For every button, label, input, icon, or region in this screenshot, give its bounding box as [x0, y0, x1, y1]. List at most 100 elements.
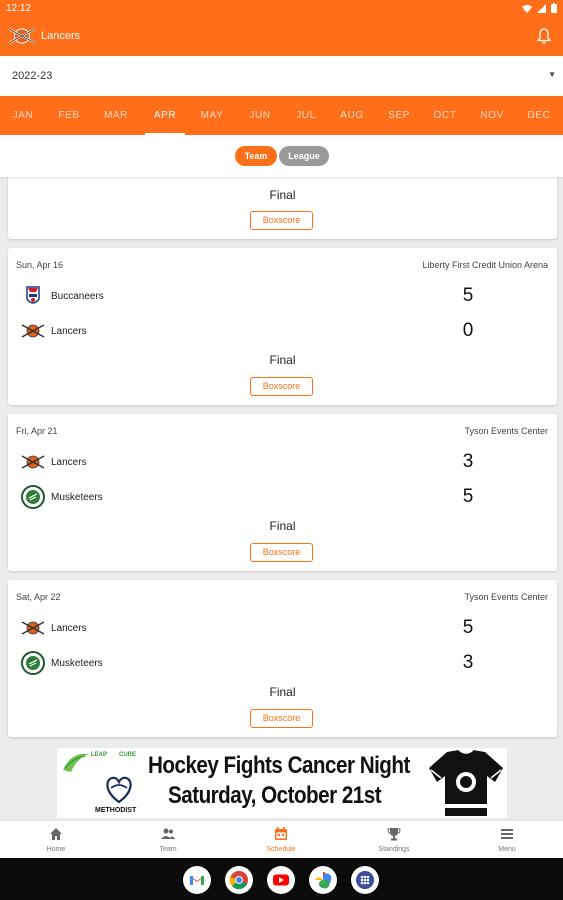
tab-feb[interactable]: FEB	[46, 96, 92, 135]
tab-apr[interactable]: APR	[142, 96, 188, 135]
tab-mar[interactable]: MAR	[93, 96, 139, 135]
tab-may[interactable]: MAY	[189, 96, 235, 135]
team-name: Lancers	[51, 623, 87, 634]
calendar-icon	[275, 827, 287, 840]
game-card[interactable]: Sat, Apr 22 Tyson Events Center Lancers …	[8, 580, 557, 737]
cure-text: CURE	[119, 752, 137, 758]
tab-sep[interactable]: SEP	[376, 96, 422, 135]
tab-aug[interactable]: AUG	[329, 96, 375, 135]
league-filter-chip[interactable]: League	[279, 146, 329, 166]
status-bar: 12:12	[0, 0, 563, 17]
status-time: 12:12	[6, 3, 32, 14]
team-name: Musketeers	[51, 492, 103, 503]
methodist-heart-icon	[103, 774, 135, 809]
bell-icon[interactable]	[536, 28, 552, 49]
signal-icon	[537, 4, 547, 13]
leap-text: LEAP	[91, 752, 108, 758]
game-venue: Tyson Events Center	[464, 426, 548, 436]
nav-label: Menu	[498, 846, 516, 853]
dropdown-caret-icon: ▼	[548, 70, 556, 79]
gmail-icon[interactable]	[183, 866, 211, 894]
boxscore-button[interactable]: Boxscore	[250, 211, 313, 230]
people-icon	[161, 828, 175, 839]
tab-jan[interactable]: JAN	[0, 96, 46, 135]
lancers-logo-icon	[21, 319, 45, 343]
methodist-text: METHODIST	[95, 807, 137, 814]
season-select[interactable]: 2022-23 ▼	[0, 56, 563, 96]
game-status: Final	[269, 685, 296, 699]
team-row: Lancers 0	[8, 318, 557, 344]
banner-date: Saturday, October 21st	[168, 782, 382, 809]
photos-icon[interactable]	[309, 866, 337, 894]
game-venue: Liberty First Credit Union Arena	[422, 260, 548, 270]
jersey-icon	[427, 748, 505, 823]
game-card[interactable]: Fri, Apr 21 Tyson Events Center Lancers …	[8, 414, 557, 571]
game-status: Final	[269, 188, 296, 202]
team-filter-chip[interactable]: Team	[235, 146, 277, 166]
game-card[interactable]: Sun, Apr 16 Liberty First Credit Union A…	[8, 248, 557, 405]
sponsor-banner[interactable]: LEAP CURE METHODIST Hockey Fights Cancer…	[57, 748, 507, 818]
app-title: Lancers	[41, 30, 81, 42]
home-icon	[50, 828, 62, 840]
team-score: 0	[462, 320, 474, 341]
youtube-icon[interactable]	[267, 866, 295, 894]
nav-label: Schedule	[266, 846, 296, 853]
bottom-nav: Home Team Schedule Standings Menu	[0, 820, 563, 858]
tab-dec[interactable]: DEC	[516, 96, 562, 135]
chrome-icon[interactable]	[225, 866, 253, 894]
game-status: Final	[269, 353, 296, 367]
nav-menu[interactable]: Menu	[451, 821, 563, 859]
team-row: Musketeers 5	[8, 484, 557, 510]
nav-team[interactable]: Team	[112, 821, 224, 859]
game-date: Sun, Apr 16	[16, 260, 64, 270]
tab-jul[interactable]: JUL	[283, 96, 329, 135]
team-score: 5	[462, 285, 474, 306]
app-bar: Lancers	[0, 17, 563, 56]
musketeers-logo-icon	[21, 485, 45, 509]
nav-label: Home	[46, 846, 66, 853]
game-date: Sat, Apr 22	[16, 592, 61, 602]
banner-headline: Hockey Fights Cancer Night	[148, 752, 410, 779]
musketeers-logo-icon	[21, 651, 45, 675]
month-tabs: JAN FEB MAR APR MAY JUN JUL AUG SEP OCT …	[0, 96, 563, 135]
team-name: Lancers	[51, 326, 87, 337]
tab-jun[interactable]: JUN	[237, 96, 283, 135]
nav-label: Standings	[378, 846, 410, 853]
lancers-logo-icon	[21, 450, 45, 474]
tab-oct[interactable]: OCT	[422, 96, 468, 135]
boxscore-button[interactable]: Boxscore	[250, 543, 313, 562]
trophy-icon	[387, 828, 401, 841]
nav-home[interactable]: Home	[0, 821, 112, 859]
lancers-logo-icon	[21, 616, 45, 640]
buccaneers-logo-icon	[21, 284, 45, 308]
team-score: 5	[462, 617, 474, 638]
team-name: Buccaneers	[51, 291, 104, 302]
team-row: Lancers 3	[8, 449, 557, 475]
apps-icon[interactable]	[351, 866, 379, 894]
team-score: 3	[462, 652, 474, 673]
team-name: Musketeers	[51, 658, 103, 669]
battery-icon	[551, 3, 557, 13]
nav-label: Team	[159, 846, 177, 853]
game-date: Fri, Apr 21	[16, 426, 58, 436]
boxscore-button[interactable]: Boxscore	[250, 377, 313, 396]
team-score: 3	[462, 451, 474, 472]
leap-for-cure-logo-icon	[61, 750, 91, 779]
team-name: Lancers	[51, 457, 87, 468]
nav-schedule[interactable]: Schedule	[225, 821, 337, 859]
menu-icon	[501, 829, 513, 839]
season-value: 2022-23	[12, 70, 53, 82]
game-venue: Tyson Events Center	[464, 592, 548, 602]
lancers-logo-icon[interactable]	[8, 26, 36, 51]
filter-bar: Team League	[0, 135, 563, 177]
team-score: 5	[462, 486, 474, 507]
team-row: Lancers 5	[8, 615, 557, 641]
tab-nov[interactable]: NOV	[469, 96, 515, 135]
team-row: Musketeers 3	[8, 650, 557, 676]
status-icons	[522, 3, 557, 16]
system-dock	[0, 858, 563, 900]
wifi-icon	[522, 5, 533, 13]
boxscore-button[interactable]: Boxscore	[250, 709, 313, 728]
team-row: Buccaneers 5	[8, 283, 557, 309]
nav-standings[interactable]: Standings	[338, 821, 450, 859]
